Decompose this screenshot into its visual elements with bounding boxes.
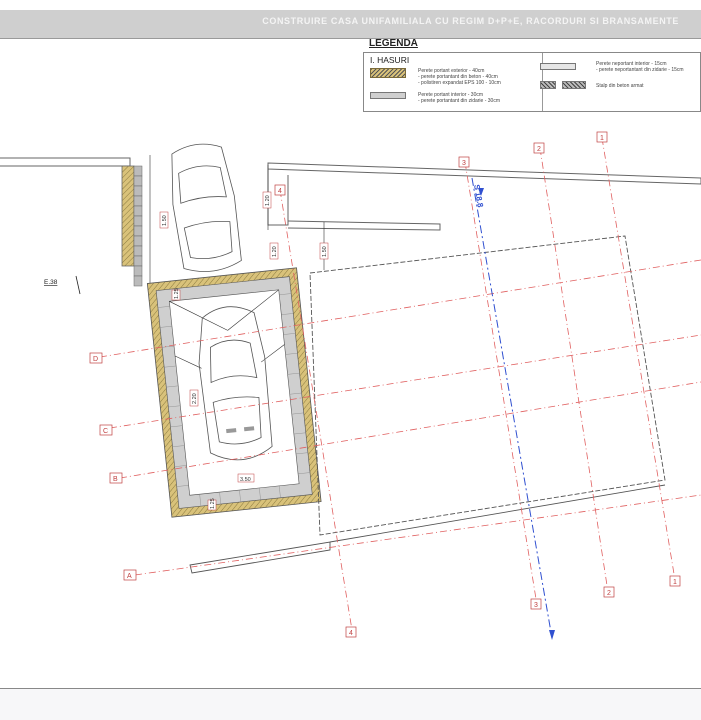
- dim-5: 2.20: [192, 393, 198, 404]
- site-plan: S 18.8 E.38 D C B A 4 4 3 3 2 2 1 1 1.50: [0, 131, 701, 640]
- viewer-footer: [0, 689, 701, 720]
- boundary-walls: [0, 157, 701, 231]
- dim-4: 1.20: [272, 246, 278, 257]
- section-mark: S 18.8: [472, 184, 485, 209]
- axis-label-1-bottom: 1: [673, 579, 677, 586]
- axis-label-4-top: 4: [278, 188, 282, 195]
- dim-6: 3.50: [240, 477, 251, 483]
- dim-7: 1.25: [174, 288, 180, 299]
- axis-label-c: C: [103, 428, 108, 435]
- dim-8: 1.25: [210, 498, 216, 509]
- axis-label-3-top: 3: [462, 160, 466, 167]
- axis-label-b: B: [113, 476, 118, 483]
- axis-label-2-bottom: 2: [607, 590, 611, 597]
- axis-label-d: D: [93, 356, 98, 363]
- section-line: S 18.8: [471, 177, 555, 640]
- dim-2: 1.20: [265, 195, 271, 206]
- car-parked: [171, 143, 242, 272]
- dim-1: 1.50: [162, 215, 168, 226]
- axis-label-a: A: [127, 573, 132, 580]
- dim-3: 1.50: [322, 246, 328, 257]
- side-wall: [121, 165, 143, 287]
- elevation-mark: E.38: [44, 279, 58, 286]
- axis-label-1-top: 1: [600, 135, 604, 142]
- garage: [146, 267, 322, 518]
- axis-label-3-bottom: 3: [534, 602, 538, 609]
- axis-label-4-bottom: 4: [349, 630, 353, 637]
- elevation-marker: E.38: [44, 275, 81, 295]
- axis-label-2-top: 2: [537, 146, 541, 153]
